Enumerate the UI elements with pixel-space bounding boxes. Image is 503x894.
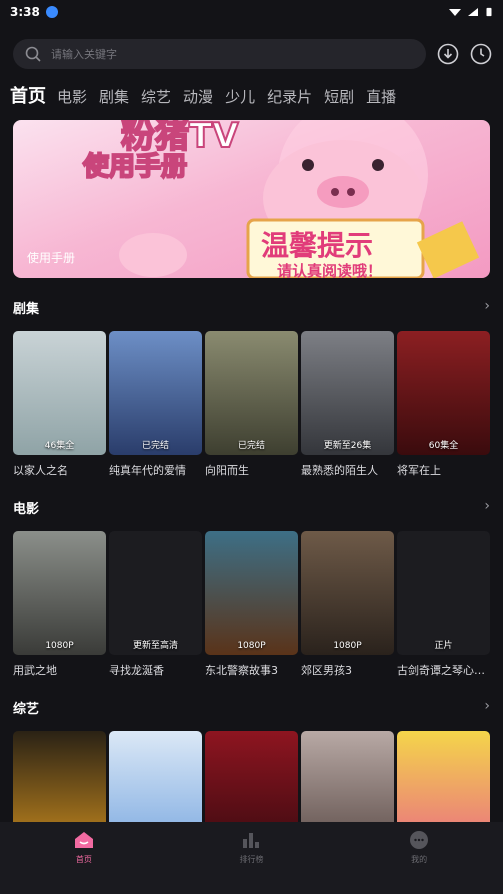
tab-live[interactable]: 直播 — [366, 86, 396, 107]
poster: 60集全 — [397, 331, 490, 455]
poster: 1080P — [205, 531, 298, 655]
banner-caption: 使用手册 — [27, 251, 76, 265]
banner[interactable]: 粉猪TV 使用手册 温馨提示 请认真阅读哦！ 使用手册 — [13, 120, 490, 278]
card-title: 用武之地 — [13, 664, 57, 677]
section-title-movie[interactable]: 电影 — [13, 498, 39, 517]
search-icon — [25, 46, 41, 62]
poster: 正片 — [397, 531, 490, 655]
nav-profile[interactable]: 我的 — [359, 830, 479, 865]
quality-badge: 1080P — [237, 641, 266, 651]
card-title: 寻找龙涎香 — [109, 664, 164, 677]
card-title: 郊区男孩3 — [301, 664, 352, 677]
search-placeholder: 请输入关键字 — [51, 48, 117, 61]
tab-variety[interactable]: 综艺 — [141, 86, 171, 107]
episode-badge: 已完结 — [141, 441, 169, 451]
tab-series[interactable]: 剧集 — [99, 86, 129, 107]
profile-icon — [410, 831, 429, 849]
banner-art-subtitle: 使用手册 — [82, 151, 188, 183]
tab-kids[interactable]: 少儿 — [225, 86, 255, 107]
card-title: 向阳而生 — [205, 464, 249, 477]
card-title: 将军在上 — [397, 464, 441, 477]
nav-label: 首页 — [75, 855, 92, 864]
chevron-right-icon[interactable]: › — [484, 498, 490, 514]
poster: 已完结 — [109, 331, 202, 455]
download-icon[interactable] — [437, 43, 459, 65]
history-icon[interactable] — [470, 43, 492, 65]
banner-art-sub: 请认真阅读哦！ — [277, 262, 383, 278]
quality-badge: 1080P — [333, 641, 362, 651]
tab-movie[interactable]: 电影 — [57, 86, 87, 107]
search-input[interactable]: 请输入关键字 — [13, 39, 426, 69]
poster: 1080P — [301, 531, 394, 655]
banner-art-sign: 温馨提示 — [261, 229, 374, 262]
media-card[interactable]: 已完结 向阳而生 — [205, 331, 298, 478]
category-tabs: 首页 电影 剧集 综艺 动漫 少儿 纪录片 短剧 直播 — [10, 82, 408, 108]
status-bar: 3:38 — [0, 0, 503, 24]
series-row: 46集全 以家人之名 已完结 纯真年代的爱情 已完结 向阳而生 更新至26集 最… — [13, 331, 490, 478]
chevron-right-icon[interactable]: › — [484, 698, 490, 714]
nav-label: 排行榜 — [239, 855, 264, 864]
media-card[interactable]: 1080P 郊区男孩3 — [301, 531, 394, 678]
card-title: 纯真年代的爱情 — [109, 464, 186, 477]
card-title: 以家人之名 — [13, 464, 68, 477]
battery-icon — [486, 7, 492, 17]
home-icon — [74, 832, 93, 848]
quality-badge: 1080P — [45, 641, 74, 651]
media-card[interactable]: 已完结 纯真年代的爱情 — [109, 331, 202, 478]
signal-icon — [449, 9, 461, 16]
movie-row: 1080P 用武之地 更新至高清 寻找龙涎香 1080P 东北警察故事3 108… — [13, 531, 490, 678]
poster: 46集全 — [13, 331, 106, 455]
bottom-nav: 首页 排行榜 我的 — [0, 822, 503, 894]
media-card[interactable]: 更新至高清 寻找龙涎香 — [109, 531, 202, 678]
chevron-right-icon[interactable]: › — [484, 298, 490, 314]
tab-short-drama[interactable]: 短剧 — [324, 86, 354, 107]
cellular-icon — [468, 8, 478, 16]
card-title: 古剑奇谭之琴心剑魄 — [397, 664, 490, 677]
banner-art — [119, 120, 480, 278]
nav-home[interactable]: 首页 — [24, 830, 144, 865]
section-title-variety[interactable]: 综艺 — [13, 698, 39, 717]
poster: 更新至26集 — [301, 331, 394, 455]
quality-badge: 正片 — [434, 641, 453, 651]
card-title: 最熟悉的陌生人 — [301, 464, 378, 477]
tab-anime[interactable]: 动漫 — [183, 86, 213, 107]
search-row: 请输入关键字 — [13, 38, 493, 70]
nav-label: 我的 — [411, 855, 428, 864]
tab-home[interactable]: 首页 — [10, 82, 46, 108]
poster: 1080P — [13, 531, 106, 655]
ranking-icon — [243, 833, 260, 848]
tab-documentary[interactable]: 纪录片 — [267, 86, 312, 107]
nav-ranking[interactable]: 排行榜 — [191, 830, 311, 865]
card-title: 东北警察故事3 — [205, 664, 278, 677]
media-card[interactable]: 60集全 将军在上 — [397, 331, 490, 478]
episode-badge: 已完结 — [237, 441, 265, 451]
media-card[interactable]: 正片 古剑奇谭之琴心剑魄 — [397, 531, 490, 678]
media-card[interactable]: 1080P 用武之地 — [13, 531, 106, 678]
media-card[interactable]: 更新至26集 最熟悉的陌生人 — [301, 331, 394, 478]
notification-icon — [45, 6, 58, 18]
episode-badge: 60集全 — [428, 441, 459, 451]
quality-badge: 更新至高清 — [132, 641, 178, 651]
status-time: 3:38 — [10, 5, 40, 19]
episode-badge: 46集全 — [44, 441, 75, 451]
media-card[interactable]: 46集全 以家人之名 — [13, 331, 106, 478]
media-card[interactable]: 1080P 东北警察故事3 — [205, 531, 298, 678]
poster: 已完结 — [205, 331, 298, 455]
poster: 更新至高清 — [109, 531, 202, 655]
episode-badge: 更新至26集 — [323, 441, 372, 451]
section-title-series[interactable]: 剧集 — [13, 298, 39, 317]
